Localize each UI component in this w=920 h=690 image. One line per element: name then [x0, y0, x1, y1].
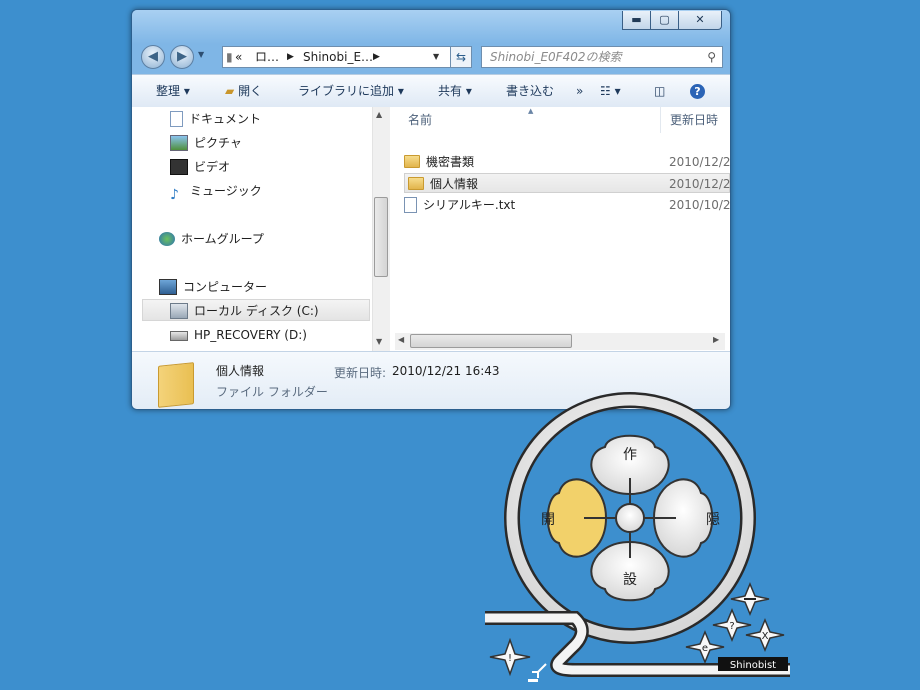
- column-header-name[interactable]: 名前: [408, 107, 432, 133]
- explorer-window: ▬ ▢ ✕ ◀ ▶ ▼ ▮ « ロ… ▶ Shinobi_E… ▶ ▼ ⇆ Sh…: [131, 9, 731, 410]
- nav-item-local-disk[interactable]: ローカル ディスク (C:): [170, 300, 319, 322]
- details-item-type: ファイル フォルダー: [216, 385, 328, 399]
- shuriken-close-icon[interactable]: X: [745, 618, 785, 652]
- title-bar[interactable]: ▬ ▢ ✕: [132, 10, 730, 44]
- text-file-icon: [404, 196, 417, 213]
- brand-label: Shinobist: [730, 660, 776, 671]
- emblem-center-button[interactable]: [615, 503, 645, 533]
- file-row[interactable]: 機密書類 2010/12/2: [404, 152, 730, 172]
- open-button[interactable]: ▰ 開く: [225, 75, 262, 107]
- recent-pages-dropdown[interactable]: ▼: [198, 50, 204, 59]
- video-icon: [170, 158, 188, 175]
- petal-top-label: 作: [623, 447, 637, 463]
- breadcrumb-arrow-icon[interactable]: ▶: [373, 47, 380, 67]
- sort-arrow-icon: ▲: [528, 107, 534, 115]
- forward-button[interactable]: ▶: [170, 45, 194, 69]
- help-icon: ?: [690, 84, 705, 99]
- details-modified-value: 2010/12/21 16:43: [392, 364, 500, 378]
- petal-right-label: 隠: [706, 512, 720, 528]
- nav-item-computer[interactable]: コンピューター: [159, 276, 267, 298]
- breadcrumb-arrow-icon[interactable]: ▶: [287, 47, 294, 67]
- navigation-pane: ドキュメント ピクチャ ビデオ ♪ ミュージック ホームグループ コンピューター …: [132, 107, 390, 351]
- computer-icon: [159, 278, 177, 295]
- file-list: 名前 ▲ 更新日時 機密書類 2010/12/2 個人情報 2010/12/2 …: [390, 107, 730, 351]
- scroll-right-icon[interactable]: ▶: [713, 335, 719, 344]
- search-icon[interactable]: ⚲: [707, 47, 716, 67]
- details-item-name: 個人情報: [216, 364, 265, 378]
- column-divider[interactable]: [660, 107, 661, 133]
- navigation-row: ◀ ▶ ▼ ▮ « ロ… ▶ Shinobi_E… ▶ ▼ ⇆ Shinobi_…: [132, 42, 730, 72]
- back-button[interactable]: ◀: [141, 45, 165, 69]
- address-overflow[interactable]: «: [235, 47, 242, 67]
- burn-button[interactable]: 書き込む: [506, 75, 554, 107]
- close-button[interactable]: ✕: [678, 11, 722, 30]
- address-dropdown-icon[interactable]: ▼: [433, 47, 439, 67]
- scroll-thumb[interactable]: [374, 197, 388, 277]
- horizontal-scrollbar[interactable]: ◀ ▶: [395, 333, 725, 350]
- file-row[interactable]: シリアルキー.txt 2010/10/2: [404, 195, 730, 215]
- scroll-down-icon[interactable]: ▼: [376, 337, 382, 346]
- share-button[interactable]: 共有 ▾: [438, 75, 472, 107]
- homegroup-icon: [159, 231, 175, 246]
- view-options-button[interactable]: ☷ ▾: [600, 75, 621, 107]
- svg-text:?: ?: [729, 621, 734, 632]
- nav-item-recovery-drive[interactable]: HP_RECOVERY (D:): [170, 324, 307, 346]
- view-icon: ☷: [600, 84, 611, 98]
- refresh-button[interactable]: ⇆: [450, 46, 472, 68]
- content-area: ドキュメント ピクチャ ビデオ ♪ ミュージック ホームグループ コンピューター …: [132, 107, 730, 351]
- nav-item-videos[interactable]: ビデオ: [170, 156, 230, 178]
- folder-icon: [404, 155, 420, 168]
- more-commands-button[interactable]: »: [576, 75, 583, 107]
- search-input[interactable]: Shinobi_E0F402の検索 ⚲: [481, 46, 723, 68]
- add-to-library-button[interactable]: ライブラリに追加 ▾: [298, 75, 404, 107]
- breadcrumb-segment[interactable]: ロ…: [255, 47, 279, 67]
- details-modified-label: 更新日時:: [334, 366, 387, 380]
- folder-icon: [158, 362, 194, 408]
- shuriken-help-icon[interactable]: ?: [712, 608, 752, 642]
- minimize-arrow-icon[interactable]: [528, 663, 547, 682]
- drive-icon: [170, 330, 188, 341]
- address-bar[interactable]: ▮ « ロ… ▶ Shinobi_E… ▶ ▼: [222, 46, 471, 68]
- preview-pane-icon: ◫: [654, 84, 666, 98]
- svg-text:!: !: [508, 653, 512, 664]
- scroll-thumb[interactable]: [410, 334, 572, 348]
- pictures-icon: [170, 134, 188, 151]
- command-bar: 整理 ▾ ▰ 開く ライブラリに追加 ▾ 共有 ▾ 書き込む » ☷ ▾ ◫ ?: [132, 74, 730, 108]
- nav-item-homegroup[interactable]: ホームグループ: [159, 228, 264, 250]
- shuriken-warning-icon[interactable]: !: [489, 637, 531, 677]
- scroll-up-icon[interactable]: ▲: [376, 110, 382, 119]
- petal-left-label: 開: [541, 512, 555, 528]
- folder-icon: [408, 177, 424, 190]
- nav-scrollbar[interactable]: ▲ ▼: [372, 107, 390, 351]
- minimize-button[interactable]: ▬: [622, 11, 651, 30]
- file-row-selected[interactable]: 個人情報 2010/12/2: [404, 173, 730, 193]
- organize-button[interactable]: 整理 ▾: [156, 75, 190, 107]
- folder-icon: ▮: [226, 50, 233, 64]
- preview-pane-button[interactable]: ◫: [654, 75, 665, 107]
- column-header-date[interactable]: 更新日時: [670, 107, 718, 133]
- nav-item-documents[interactable]: ドキュメント: [170, 108, 261, 130]
- shuriken-minimize-icon[interactable]: [730, 582, 770, 616]
- help-button[interactable]: ?: [690, 75, 705, 107]
- document-icon: [170, 110, 183, 127]
- nav-item-music[interactable]: ♪ ミュージック: [170, 180, 262, 203]
- maximize-button[interactable]: ▢: [650, 11, 679, 30]
- svg-text:e: e: [702, 643, 708, 654]
- scroll-left-icon[interactable]: ◀: [398, 335, 404, 344]
- breadcrumb-segment[interactable]: Shinobi_E…: [303, 47, 373, 67]
- local-disk-icon: [170, 302, 188, 319]
- open-icon: ▰: [225, 84, 235, 98]
- nav-item-pictures[interactable]: ピクチャ: [170, 132, 242, 154]
- shinobi-emblem[interactable]: 作 開 隠 設 Shinobist ! e ? X: [480, 392, 810, 690]
- svg-text:X: X: [762, 631, 769, 642]
- music-icon: ♪: [170, 186, 179, 203]
- petal-bottom-label: 設: [623, 572, 637, 588]
